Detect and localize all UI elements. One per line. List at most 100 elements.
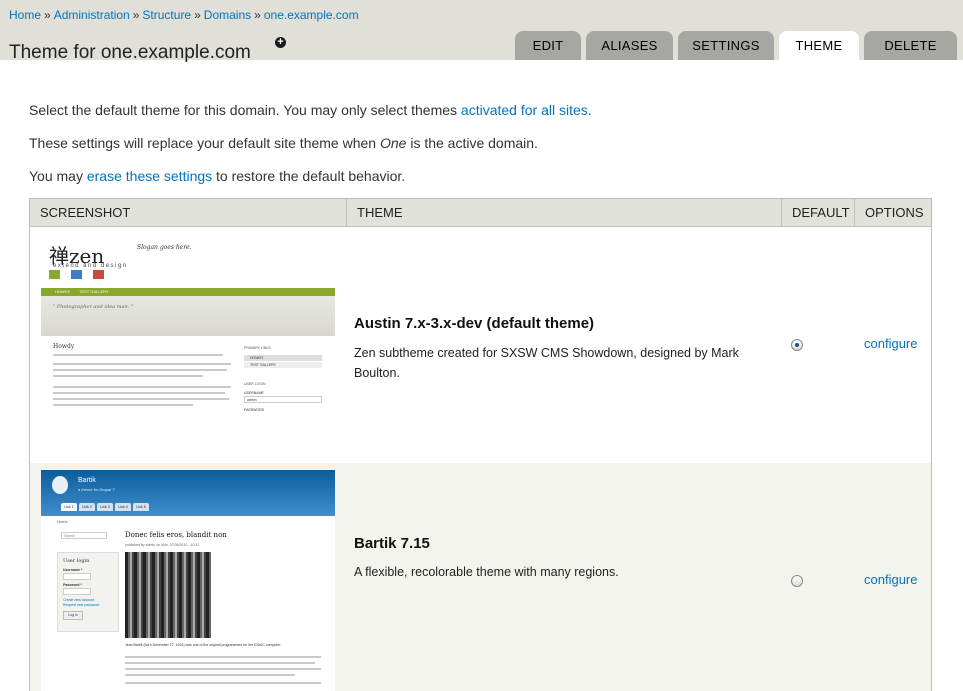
column-header-default: Default — [781, 199, 854, 226]
bartik-header: Bartik a theme for Drupal 7 Link 1 Link … — [41, 470, 335, 516]
erase-settings-link[interactable]: erase these settings — [87, 168, 212, 184]
breadcrumb: Home» Administration» Structure» Domains» on… — [9, 8, 359, 22]
page-header: Home» Administration» Structure» Domains» on… — [0, 0, 963, 63]
zen-username-field: admin — [244, 396, 322, 403]
drupal-logo-icon — [52, 476, 68, 494]
breadcrumb-domain[interactable]: one.example.com — [264, 8, 359, 22]
configure-link[interactable]: configure — [864, 572, 917, 587]
theme-name: Bartik 7.15 — [354, 535, 430, 552]
theme-description: A flexible, recolorable theme with many … — [354, 565, 619, 579]
breadcrumb-administration[interactable]: Administration — [54, 8, 130, 22]
intro-text-segment: Select the default theme for this domain… — [29, 102, 461, 118]
bartik-login-heading: User login — [63, 558, 90, 564]
bartik-home-link: Home — [57, 519, 68, 524]
bartik-link: Create new account — [63, 598, 95, 602]
intro-paragraph-3: You may erase these settings to restore … — [29, 168, 405, 184]
bartik-link: Request new password — [63, 603, 100, 607]
bartik-password-field — [63, 588, 91, 595]
bartik-username-label: Username * — [63, 568, 83, 572]
theme-table: Screenshot Theme Default Options 禅zen ex… — [29, 198, 932, 691]
bartik-username-field — [63, 573, 91, 580]
bartik-login-button: Log in — [63, 611, 83, 620]
bartik-article-photo — [125, 552, 211, 638]
intro-paragraph-1: Select the default theme for this domain… — [29, 102, 592, 118]
intro-text-segment: is the active domain. — [406, 135, 538, 151]
table-row: 禅zen extend and design Slogan goes here.… — [30, 227, 931, 463]
zen-password-label: PASSWORD — [244, 408, 265, 412]
breadcrumb-separator: » — [132, 8, 140, 22]
zen-slogan: Slogan goes here. — [137, 244, 192, 251]
bartik-tab: Link 2 — [79, 503, 95, 511]
intro-paragraph-2: These settings will replace your default… — [29, 135, 538, 151]
bartik-text-line — [125, 682, 321, 684]
intro-text-segment: These settings will replace your default… — [29, 135, 380, 151]
zen-text-line — [53, 369, 227, 371]
bartik-search-field: Search — [61, 532, 107, 539]
tab-aliases[interactable]: Aliases — [586, 31, 673, 60]
zen-hero-quote: " Photographer and idea man. " — [53, 304, 134, 310]
zen-heading: Howdy — [53, 343, 75, 350]
tab-delete[interactable]: Delete — [864, 31, 957, 60]
breadcrumb-separator: » — [194, 8, 201, 22]
zen-text-line — [53, 363, 231, 365]
bartik-slogan: a theme for Drupal 7 — [78, 487, 115, 492]
theme-screenshot-austin: 禅zen extend and design Slogan goes here.… — [41, 236, 335, 447]
zen-hero: " Photographer and idea man. " — [41, 296, 335, 336]
zen-username-label: USERNAME — [244, 391, 264, 395]
bartik-tab: Link 1 — [61, 503, 77, 511]
theme-description: Zen subtheme created for SXSW CMS Showdo… — [354, 346, 739, 380]
zen-text-line — [53, 354, 223, 356]
zen-side-item: HOWDY — [244, 355, 322, 361]
zen-nav-bar: HOWDY TEST GALLERY — [41, 288, 335, 296]
default-theme-radio[interactable] — [791, 339, 803, 351]
breadcrumb-domains[interactable]: Domains — [204, 8, 251, 22]
theme-name: Austin 7.x-3.x-dev (default theme) — [354, 315, 595, 332]
breadcrumb-separator: » — [254, 8, 261, 22]
bartik-article-title: Donec felis eros, blandit non — [125, 531, 227, 539]
bartik-site-name: Bartik — [78, 477, 96, 484]
bartik-tab: Link 5 — [133, 503, 149, 511]
intro-text-segment: . — [587, 102, 592, 118]
zen-text-line — [53, 404, 193, 406]
screenshot-zen-header: 禅zen extend and design Slogan goes here. — [41, 236, 335, 288]
default-theme-radio[interactable] — [791, 575, 803, 587]
table-row: Bartik a theme for Drupal 7 Link 1 Link … — [30, 463, 931, 691]
zen-text-line — [53, 392, 225, 394]
primary-tabs: Edit Aliases Settings Theme Delete — [0, 31, 963, 60]
zen-side-heading: PRIMARY LINKS — [244, 346, 271, 350]
zen-text-line — [53, 386, 231, 388]
bartik-password-label: Password * — [63, 583, 82, 587]
zen-tagline: extend and design — [53, 263, 128, 269]
bartik-byline: published by admin on Mon, 07/05/2010 - … — [125, 543, 200, 547]
column-header-theme: Theme — [346, 199, 781, 226]
theme-screenshot-bartik: Bartik a theme for Drupal 7 Link 1 Link … — [41, 470, 335, 691]
zen-swatch — [93, 270, 104, 279]
bartik-caption: Jean Bartik (born December 27, 1924) was… — [125, 643, 282, 647]
bartik-sidebar: User login Username * Password * Create … — [57, 552, 119, 632]
zen-text-line — [53, 398, 229, 400]
zen-nav-item: HOWDY — [55, 289, 71, 294]
bartik-tab: Link 4 — [115, 503, 131, 511]
bartik-text-line — [125, 662, 315, 664]
zen-text-line — [53, 375, 203, 377]
bartik-text-line — [125, 668, 321, 670]
bartik-tab: Link 3 — [97, 503, 113, 511]
domain-name-emphasis: One — [379, 135, 407, 151]
zen-nav-item: TEST GALLERY — [79, 289, 109, 294]
breadcrumb-home[interactable]: Home — [9, 8, 41, 22]
tab-edit[interactable]: Edit — [515, 31, 581, 60]
configure-link[interactable]: configure — [864, 336, 917, 351]
breadcrumb-structure[interactable]: Structure — [142, 8, 191, 22]
tab-theme[interactable]: Theme — [779, 31, 859, 60]
bartik-text-line — [125, 656, 321, 658]
column-header-screenshot: Screenshot — [40, 205, 131, 220]
activated-themes-link[interactable]: activated for all sites — [461, 102, 588, 118]
intro-text-segment: You may — [29, 168, 87, 184]
bartik-text-line — [125, 674, 295, 676]
tab-settings[interactable]: Settings — [678, 31, 774, 60]
zen-sidebar: PRIMARY LINKS HOWDY TEST GALLERY USER LO… — [244, 346, 324, 426]
zen-swatch — [71, 270, 82, 279]
column-header-options: Options — [854, 199, 931, 226]
table-header: Screenshot Theme Default Options — [30, 199, 931, 227]
zen-swatch — [49, 270, 60, 279]
